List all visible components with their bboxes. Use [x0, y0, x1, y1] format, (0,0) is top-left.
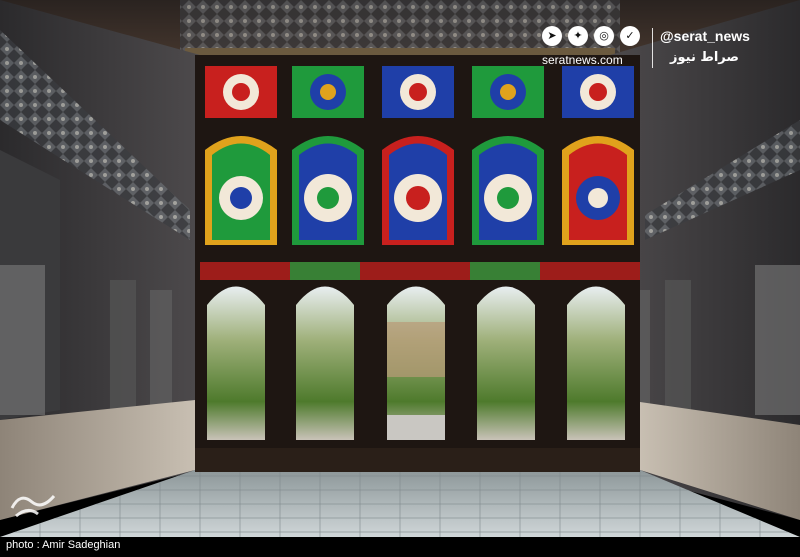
stained-glass-top-row [205, 66, 634, 118]
watermark-persian-name: صراط نیوز [670, 50, 739, 65]
divider [652, 28, 653, 68]
telegram-icon: ➤ [542, 26, 562, 46]
stained-glass-room-photo [0, 0, 800, 537]
watermark-site: seratnews.com [542, 53, 623, 67]
stained-glass-arched-panels [205, 136, 634, 245]
news-watermark: ➤ ✦ ◎ ✓ @serat_news seratnews.com صراط ن… [542, 26, 782, 70]
watermark-handle: @serat_news [660, 28, 750, 44]
instagram-icon: ◎ [594, 26, 614, 46]
twitter-icon: ✦ [568, 26, 588, 46]
social-icons: ➤ ✦ ◎ ✓ [542, 26, 640, 46]
agency-logo-icon [10, 494, 56, 518]
soroush-icon: ✓ [620, 26, 640, 46]
photo-credit: photo : Amir Sadeghian [6, 539, 121, 551]
